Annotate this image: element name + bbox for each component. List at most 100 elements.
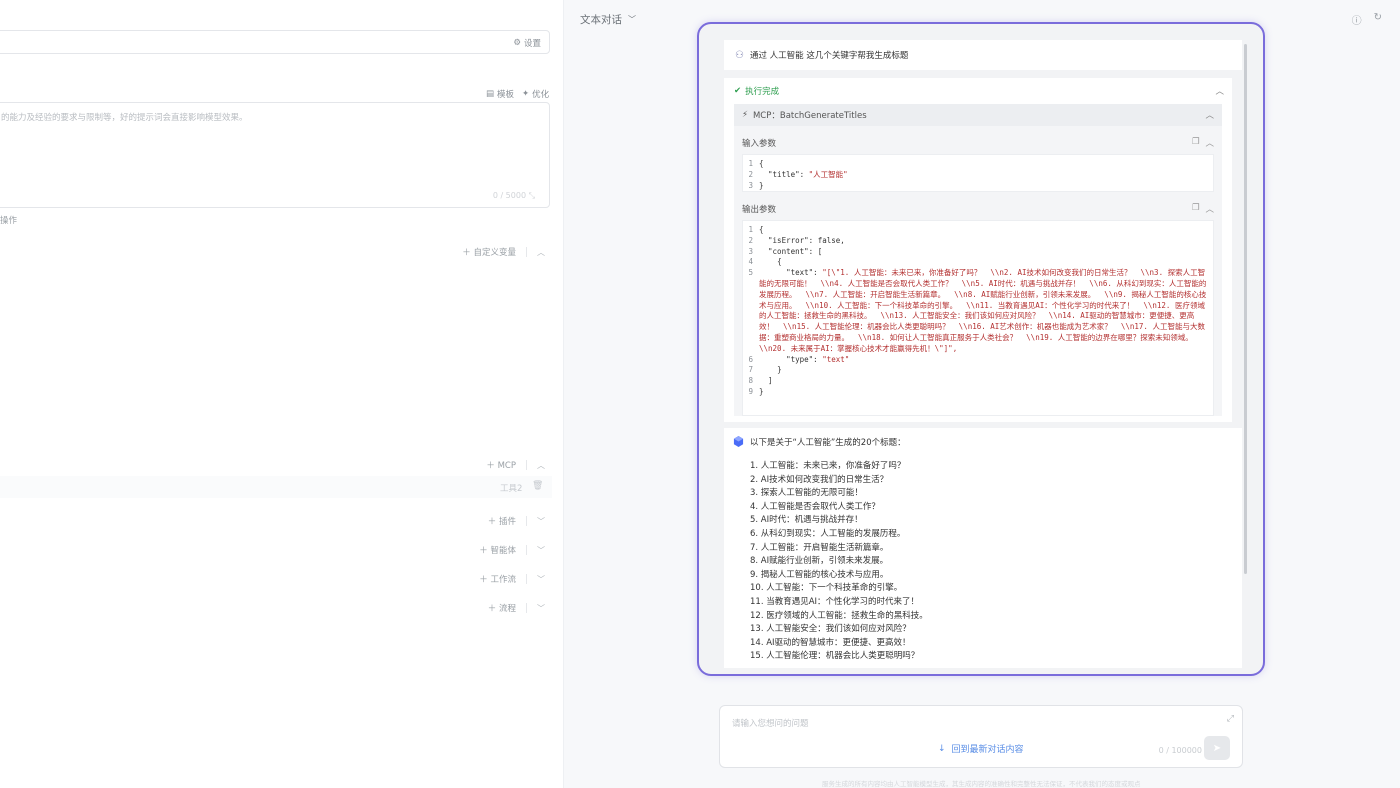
- scrollbar[interactable]: [1244, 44, 1247, 574]
- copy-icon[interactable]: ❐: [1192, 203, 1200, 215]
- scroll-to-latest-button[interactable]: ↓ 回到最新对话内容: [938, 742, 1024, 756]
- code-text: "title": "人工智能": [759, 169, 848, 179]
- flow-row[interactable]: ＋ 流程 ﹀: [488, 602, 545, 614]
- line-number: 2: [748, 235, 753, 245]
- gear-icon: ⚙: [513, 38, 521, 48]
- chat-input[interactable]: 请输入您想问的问题 ⤢ ↓ 回到最新对话内容 0 / 100000 ➤: [719, 705, 1243, 768]
- optimize-button[interactable]: ✦ 优化: [522, 88, 549, 100]
- title-list-item: 14. AI驱动的智慧城市：更便捷、更高效！: [750, 637, 911, 648]
- workflow-row[interactable]: ＋ 工作流 ﹀: [479, 573, 545, 585]
- code-text: {: [759, 225, 764, 234]
- code-line: 2 "isError": false,: [743, 236, 1213, 247]
- code-line: 3}: [743, 181, 1213, 192]
- chevron-up-icon[interactable]: ︿: [1205, 137, 1214, 149]
- line-number: 6: [748, 354, 753, 364]
- code-line: 1{: [743, 159, 1213, 170]
- chevron-down-icon[interactable]: ﹀: [537, 574, 545, 585]
- code-line: 2 "title": "人工智能": [743, 170, 1213, 181]
- conversation-view: ⚇ 通过 人工智能 这几个关键字帮我生成标题 ✔ 执行完成 ︿ ⚡ MCP：Ba…: [697, 22, 1265, 676]
- title-list-item: 5. AI时代：机遇与挑战并存！: [750, 515, 863, 526]
- add-workflow-button[interactable]: ＋ 工作流: [479, 573, 516, 585]
- params-section: 输入参数 ❐ ︿ 1{2 "title": "人工智能" 3} 输出参数 ❐ ︿ …: [734, 126, 1222, 416]
- line-number: 9: [748, 386, 753, 396]
- trash-icon[interactable]: 🗑: [532, 481, 543, 491]
- send-button[interactable]: ➤: [1204, 736, 1230, 760]
- chevron-up-icon[interactable]: ︿: [1215, 85, 1224, 97]
- refresh-icon[interactable]: ↻: [1374, 12, 1382, 27]
- code-line: 4 {: [743, 257, 1213, 268]
- name-input[interactable]: ⚙ 设置: [0, 30, 550, 54]
- mcp-tool-item[interactable]: 工具2 🗑: [0, 476, 552, 498]
- conversation-title[interactable]: 文本对话 ﹀: [580, 12, 636, 27]
- title-list-item: 3. 探索人工智能的无限可能！: [750, 488, 863, 499]
- divider: [526, 516, 527, 526]
- output-params-header[interactable]: 输出参数 ❐ ︿: [742, 200, 1214, 218]
- custom-var-row[interactable]: ＋ 自定义变量 ︿: [462, 246, 545, 258]
- code-line: 6 "type": "text": [743, 355, 1213, 366]
- code-line: 5 "text": "[\"1. 人工智能：未来已来，你准备好了吗？ \\n2.…: [743, 268, 1213, 354]
- chevron-up-icon[interactable]: ︿: [537, 460, 545, 471]
- copy-icon[interactable]: ❐: [1192, 137, 1200, 149]
- chevron-down-icon[interactable]: ﹀: [537, 603, 545, 614]
- info-icon[interactable]: ⓘ: [1352, 12, 1362, 27]
- output-params-code: 1{2 "isError": false, 3 "content": [4 {5 …: [742, 220, 1214, 416]
- title-list-item: 8. AI赋能行业创新，引领未来发展。: [750, 556, 889, 567]
- add-flow-button[interactable]: ＋ 流程: [488, 602, 516, 614]
- chevron-up-icon[interactable]: ︿: [537, 247, 545, 258]
- title-list-item: 13. 人工智能安全：我们该如何应对风险？: [750, 624, 911, 635]
- lightning-icon: ⚡: [742, 110, 748, 120]
- divider: [526, 460, 527, 470]
- title-list-item: 1. 人工智能：未来已来，你准备好了吗？: [750, 461, 906, 471]
- chevron-up-icon[interactable]: ︿: [1205, 109, 1214, 121]
- title-list-item: 2. AI技术如何改变我们的日常生活？: [750, 474, 889, 485]
- magic-icon: ✦: [522, 89, 530, 99]
- code-line: 8 ]: [743, 376, 1213, 387]
- prompt-textarea[interactable]: 的能力及经验的要求与限制等，好的提示词会直接影响模型效果。 0 / 5000 ⤡: [0, 102, 550, 208]
- line-number: 7: [748, 365, 753, 375]
- title-list-item: 9. 揭秘人工智能的核心技术与应用。: [750, 569, 889, 580]
- chevron-up-icon[interactable]: ︿: [1205, 203, 1214, 215]
- title-list-item: 11. 当教育遇见AI：个性化学习的时代来了！: [750, 596, 920, 607]
- check-circle-icon: ✔: [734, 86, 742, 96]
- line-number: 5: [748, 268, 753, 278]
- plugin-row[interactable]: ＋ 插件 ﹀: [488, 515, 545, 527]
- add-mcp-button[interactable]: ＋ MCP: [486, 459, 516, 471]
- code-line: 3 "content": [: [743, 247, 1213, 258]
- mcp-row[interactable]: ＋ MCP ︿: [486, 459, 545, 471]
- add-custom-var-button[interactable]: ＋ 自定义变量: [462, 246, 516, 258]
- document-icon: ▤: [486, 89, 495, 99]
- add-plugin-button[interactable]: ＋ 插件: [488, 515, 516, 527]
- chevron-down-icon[interactable]: ﹀: [537, 545, 545, 556]
- char-count: 0 / 100000: [1158, 746, 1202, 755]
- code-text: }: [759, 365, 782, 375]
- disclaimer: 服务生成的所有内容均由人工智能模型生成，其生成内容的准确性和完整性无法保证，不代…: [822, 780, 1141, 788]
- divider: [526, 603, 527, 613]
- title-list-item: 12. 医疗领域的人工智能：拯救生命的黑科技。: [750, 610, 928, 621]
- code-text: {: [759, 257, 782, 267]
- line-number: 3: [748, 246, 753, 256]
- line-number: 2: [748, 169, 753, 179]
- divider: [526, 545, 527, 555]
- title-list-item: 6. 从科幻到现实：人工智能的发展历程。: [750, 528, 906, 539]
- hint-text: 操作: [0, 216, 18, 226]
- exec-status-header[interactable]: ✔ 执行完成 ︿: [734, 85, 1224, 97]
- user-icon: ⚇: [735, 49, 744, 61]
- settings-button[interactable]: ⚙ 设置: [513, 37, 541, 49]
- line-number: 8: [748, 376, 753, 386]
- divider: [526, 247, 527, 257]
- template-button[interactable]: ▤ 模板: [486, 88, 514, 100]
- code-text: }: [759, 180, 764, 190]
- code-text: ]: [759, 376, 773, 386]
- assistant-logo-icon: [733, 436, 744, 447]
- code-text: {: [759, 159, 764, 168]
- expand-icon[interactable]: ⤢: [1227, 714, 1234, 724]
- input-params-header[interactable]: 输入参数 ❐ ︿: [742, 134, 1214, 152]
- line-number: 3: [748, 180, 753, 190]
- config-panel: ⚙ 设置 ▤ 模板 ✦ 优化 的能力及经验的要求与限制等，好的提示词会直接影响模…: [0, 0, 564, 788]
- mcp-call-header[interactable]: ⚡ MCP：BatchGenerateTitles ︿: [734, 104, 1222, 126]
- code-text: "isError": false,: [759, 235, 845, 245]
- input-params-code: 1{2 "title": "人工智能" 3}: [742, 154, 1214, 192]
- chevron-down-icon[interactable]: ﹀: [537, 516, 545, 527]
- add-agent-button[interactable]: ＋ 智能体: [479, 544, 516, 556]
- agent-row[interactable]: ＋ 智能体 ﹀: [479, 544, 545, 556]
